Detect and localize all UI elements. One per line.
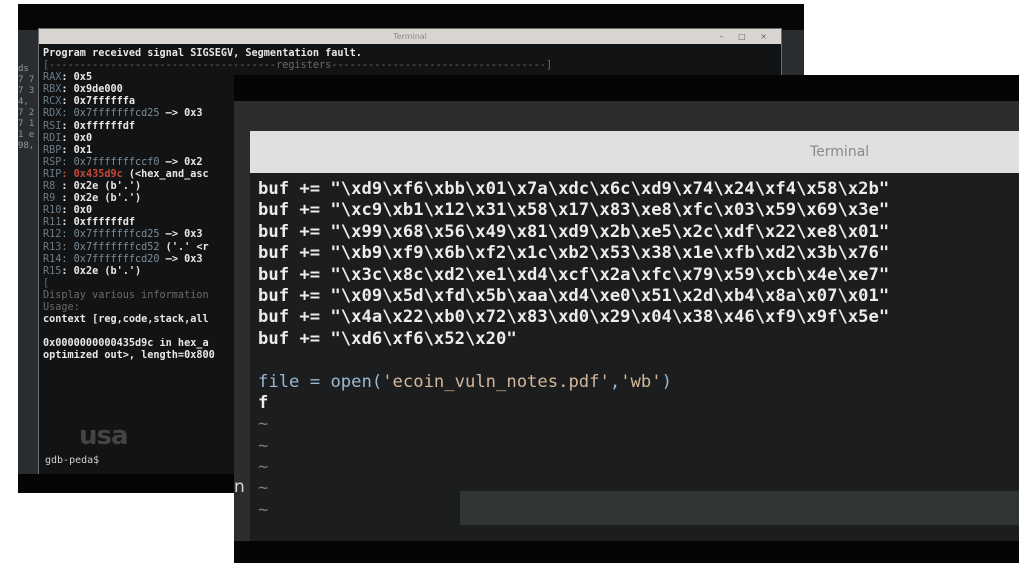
code-line-f: f — [258, 392, 269, 413]
background-window-text: ds 7 7 7 3 4, 7 2 7 1 1 e 98, — [18, 64, 35, 151]
gdb-prompt[interactable]: gdb-peda$ — [45, 455, 99, 466]
code-line-buf: buf += "\xc9\xb1\x12\x31\x58\x17\x83\xe8… — [258, 200, 890, 221]
code-line-open-file: file = open('ecoin_vuln_notes.pdf','wb') — [258, 371, 672, 392]
empty-line-tilde: ~ — [258, 414, 269, 435]
background-window-text: n — [234, 477, 245, 497]
empty-line-tilde: ~ — [258, 435, 269, 456]
reflection-blur — [460, 491, 1019, 525]
code-line-buf: buf += "\xd9\xf6\xbb\x01\x7a\xdc\x6c\xd9… — [258, 179, 890, 199]
gdb-line: [-------------------------------------re… — [43, 60, 553, 72]
editor-terminal-title: Terminal — [810, 144, 870, 160]
code-line-buf: buf += "\x09\x5d\xfd\x5b\xaa\xd4\xe0\x51… — [258, 285, 890, 306]
code-line-buf: buf += "\xb9\xf9\x6b\xf2\x1c\xb2\x53\x38… — [258, 243, 890, 264]
gdb-terminal-title: Terminal — [393, 32, 427, 41]
editor-terminal-window[interactable]: Terminal buf += "\xd9\xf6\xbb\x01\x7a\xd… — [250, 131, 1019, 563]
letterbox-bar — [234, 541, 1019, 563]
gdb-terminal-titlebar[interactable]: Terminal – □ × — [39, 29, 781, 44]
empty-line-tilde: ~ — [258, 457, 269, 478]
code-line-buf: buf += "\x99\x68\x56\x49\x81\xd9\x2b\xe5… — [258, 221, 890, 242]
usa-network-watermark: usa — [79, 421, 129, 451]
code-line-buf: buf += "\x3c\x8c\xd2\xe1\xd4\xcf\x2a\xfc… — [258, 264, 890, 285]
code-buffer[interactable]: buf += "\xd9\xf6\xbb\x01\x7a\xdc\x6c\xd9… — [258, 179, 889, 521]
editor-terminal-titlebar[interactable]: Terminal — [250, 131, 1019, 173]
front-video-frame: n Terminal buf += "\xd9\xf6\xbb\x01\x7a\… — [234, 75, 1019, 563]
window-controls[interactable]: – □ × — [720, 29, 773, 44]
code-line-buf: buf += "\xd6\xf6\x52\x20" — [258, 328, 517, 349]
gdb-line: Program received signal SIGSEGV, Segment… — [43, 48, 362, 59]
code-line-buf: buf += "\x4a\x22\xb0\x72\x83\xd0\x29\x04… — [258, 307, 890, 328]
